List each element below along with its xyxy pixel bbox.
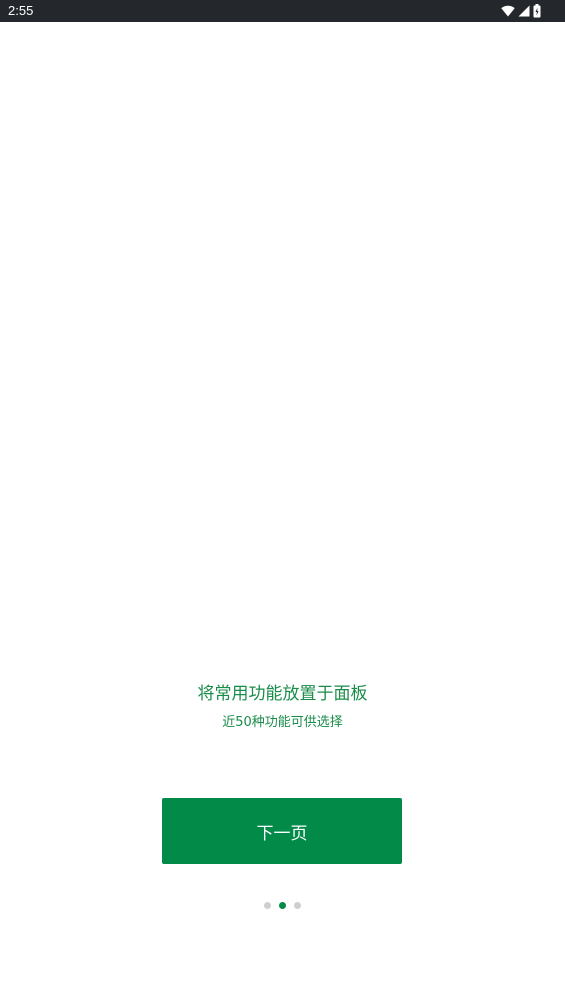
page-dot-1[interactable] [264, 902, 271, 909]
battery-icon [533, 4, 541, 18]
onboarding-title: 将常用功能放置于面板 [197, 684, 368, 704]
onboarding-subtitle: 近50种功能可供选择 [222, 715, 343, 730]
status-bar: 2:55 [0, 0, 565, 22]
page-dot-3[interactable] [294, 902, 301, 909]
page-dot-2[interactable] [279, 902, 286, 909]
status-icons [501, 3, 541, 19]
cell-signal-icon [518, 5, 530, 17]
status-time: 2:55 [8, 3, 34, 18]
page-indicator [0, 902, 565, 910]
wifi-icon [501, 5, 515, 17]
next-page-button[interactable]: 下一页 [162, 798, 402, 864]
